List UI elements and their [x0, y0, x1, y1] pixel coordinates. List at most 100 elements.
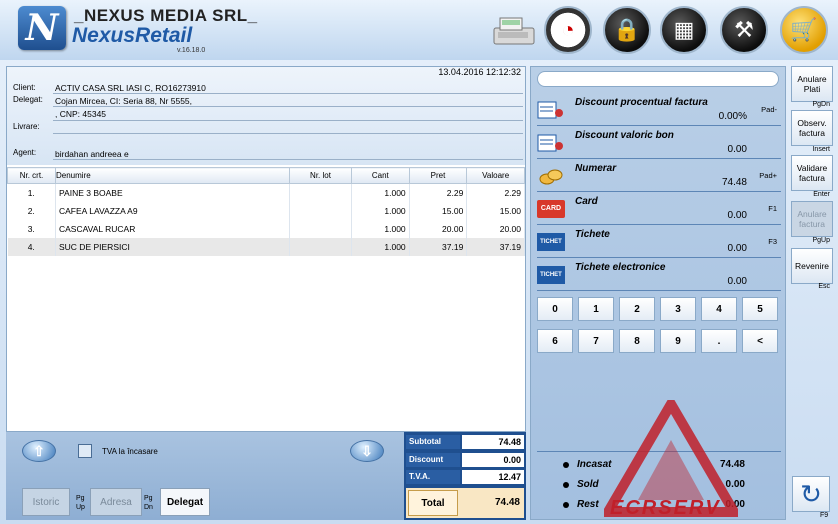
istoric-button[interactable]: Istoric	[22, 488, 70, 516]
bottom-toolbar: ⇧ TVA la încasare ⇩ Istoric Pg Up Adresa…	[6, 432, 404, 520]
lock-icon[interactable]: 🔒	[603, 6, 651, 54]
button-label: Observ. factura	[797, 118, 827, 138]
table-row[interactable]: 4. SUC DE PIERSICI 1.000 37.19 37.19	[7, 237, 525, 256]
key-hint: PgUp	[812, 237, 830, 244]
keypad-2[interactable]: 2	[619, 297, 655, 321]
discount-percent-icon	[537, 101, 563, 119]
delegat-label: Delegat:	[13, 95, 43, 104]
product-name: NexusRetail	[72, 24, 193, 47]
payment-name: Discount procentual factura	[575, 97, 708, 108]
agent-value[interactable]: birdahan andreea e	[55, 149, 129, 159]
cell-nr: 4.	[7, 237, 56, 256]
keypad-7[interactable]: 7	[578, 329, 614, 353]
timestamp: 13.04.2016 12:12:32	[438, 67, 521, 77]
key-hint: Enter	[813, 191, 830, 198]
keypad-9[interactable]: 9	[660, 329, 696, 353]
payment-name: Numerar	[575, 163, 617, 174]
col-header-nr[interactable]: Nr. crt.	[7, 167, 56, 184]
payment-key-hint: F1	[768, 204, 777, 213]
payment-row[interactable]: Discount valoric bon 0.00	[537, 126, 781, 159]
cell-lot	[289, 219, 352, 238]
cell-valoare: 15.00	[466, 201, 525, 220]
button-label: Anulare Plati	[797, 74, 827, 94]
keypad-5[interactable]: 5	[742, 297, 778, 321]
adresa-button[interactable]: Adresa	[90, 488, 142, 516]
livrare-label: Livrare:	[13, 122, 40, 131]
cell-name: PAINE 3 BOABE	[55, 183, 290, 202]
keypad-0[interactable]: 0	[537, 297, 573, 321]
discount-row: Discount 0.00	[406, 453, 524, 467]
subtotal-label: Subtotal	[406, 435, 460, 449]
keypad-3[interactable]: 3	[660, 297, 696, 321]
eticket-icon: TICHET	[537, 266, 565, 284]
delegat-value-line2[interactable]: , CNP: 45345	[55, 109, 106, 119]
client-value[interactable]: ACTIV CASA SRL IASI C, RO16273910	[55, 83, 206, 93]
cell-pret: 2.29	[409, 183, 468, 202]
payment-value: 0.00	[727, 276, 747, 287]
total-row: Total 74.48	[406, 488, 524, 518]
payment-value: 0.00	[727, 210, 747, 221]
refresh-icon[interactable]: ↻	[792, 476, 830, 512]
keypad-backspace[interactable]: <	[742, 329, 778, 353]
tva-row: T.V.A. 12.47	[406, 470, 524, 484]
payment-value: 0.00%	[718, 111, 747, 122]
logo: N	[18, 6, 66, 50]
cell-nr: 1.	[7, 183, 56, 202]
observ-factura-button[interactable]: Observ. factura	[791, 110, 833, 146]
items-table: Nr. crt. Denumire Nr. lot Cant Pret Valo…	[7, 167, 525, 256]
keypad-6[interactable]: 6	[537, 329, 573, 353]
payment-row[interactable]: TICHET Tichete 0.00 F3	[537, 225, 781, 258]
divider	[53, 106, 523, 107]
delegat-button[interactable]: Delegat	[160, 488, 210, 516]
delegat-value-line1[interactable]: Cojan Mircea, CI: Seria 88, Nr 5555,	[55, 96, 192, 106]
cell-cant: 1.000	[351, 183, 410, 202]
cash-register-icon[interactable]	[490, 14, 538, 48]
table-row[interactable]: 1. PAINE 3 BOABE 1.000 2.29 2.29	[7, 183, 525, 202]
cart-icon[interactable]: 🛒	[780, 6, 828, 54]
rest-label: Rest	[577, 499, 599, 510]
total-button[interactable]: Total	[408, 490, 458, 516]
divider	[53, 159, 523, 160]
tools-icon[interactable]: ⚒	[720, 6, 768, 54]
coins-icon	[539, 169, 563, 185]
agent-label: Agent:	[13, 148, 37, 157]
revenire-button[interactable]: Revenire	[791, 248, 833, 284]
col-header-pret[interactable]: Pret	[408, 167, 468, 184]
keypad-1[interactable]: 1	[578, 297, 614, 321]
col-header-cant[interactable]: Cant	[351, 167, 410, 184]
payment-row[interactable]: Numerar 74.48 Pad+	[537, 159, 781, 192]
discount-label: Discount	[406, 453, 460, 467]
payment-row[interactable]: CARD Card 0.00 F1	[537, 192, 781, 225]
col-header-denumire[interactable]: Denumire	[55, 167, 290, 184]
payment-row[interactable]: Discount procentual factura 0.00% Pad-	[537, 93, 781, 126]
payment-key-hint: F3	[768, 237, 777, 246]
bullet-icon	[563, 502, 569, 508]
cell-lot	[289, 183, 352, 202]
cell-nr: 3.	[7, 219, 56, 238]
divider	[53, 120, 523, 121]
anulare-plati-button[interactable]: Anulare Plati	[791, 66, 833, 102]
validare-factura-button[interactable]: Validare factura	[791, 155, 833, 191]
tva-checkbox[interactable]	[78, 444, 92, 458]
button-label: Validare factura	[796, 163, 828, 183]
cell-cant: 1.000	[351, 201, 410, 220]
tva-label: TVA la încasare	[102, 447, 158, 456]
cell-nr: 2.	[7, 201, 56, 220]
col-header-valoare[interactable]: Valoare	[466, 167, 525, 184]
anulare-factura-button[interactable]: Anulare factura	[791, 201, 833, 237]
keypad-dot[interactable]: .	[701, 329, 737, 353]
keypad-4[interactable]: 4	[701, 297, 737, 321]
calculator-icon[interactable]: ▦	[660, 6, 708, 54]
payment-input[interactable]	[537, 71, 779, 87]
arrow-up-icon[interactable]: ⇧	[22, 440, 56, 462]
arrow-down-icon[interactable]: ⇩	[350, 440, 384, 462]
button-label: Revenire	[794, 261, 830, 271]
header-bar: N _NEXUS MEDIA SRL_ NexusRetail v.16.18.…	[0, 0, 838, 60]
col-header-lot[interactable]: Nr. lot	[289, 167, 352, 184]
table-row[interactable]: 2. CAFEA LAVAZZA A9 1.000 15.00 15.00	[7, 201, 525, 220]
table-row[interactable]: 3. CASCAVAL RUCAR 1.000 20.00 20.00	[7, 219, 525, 238]
payment-row[interactable]: TICHET Tichete electronice 0.00	[537, 258, 781, 291]
keypad-8[interactable]: 8	[619, 329, 655, 353]
gauge-icon[interactable]: ◔	[544, 6, 592, 54]
cell-cant: 1.000	[351, 219, 410, 238]
